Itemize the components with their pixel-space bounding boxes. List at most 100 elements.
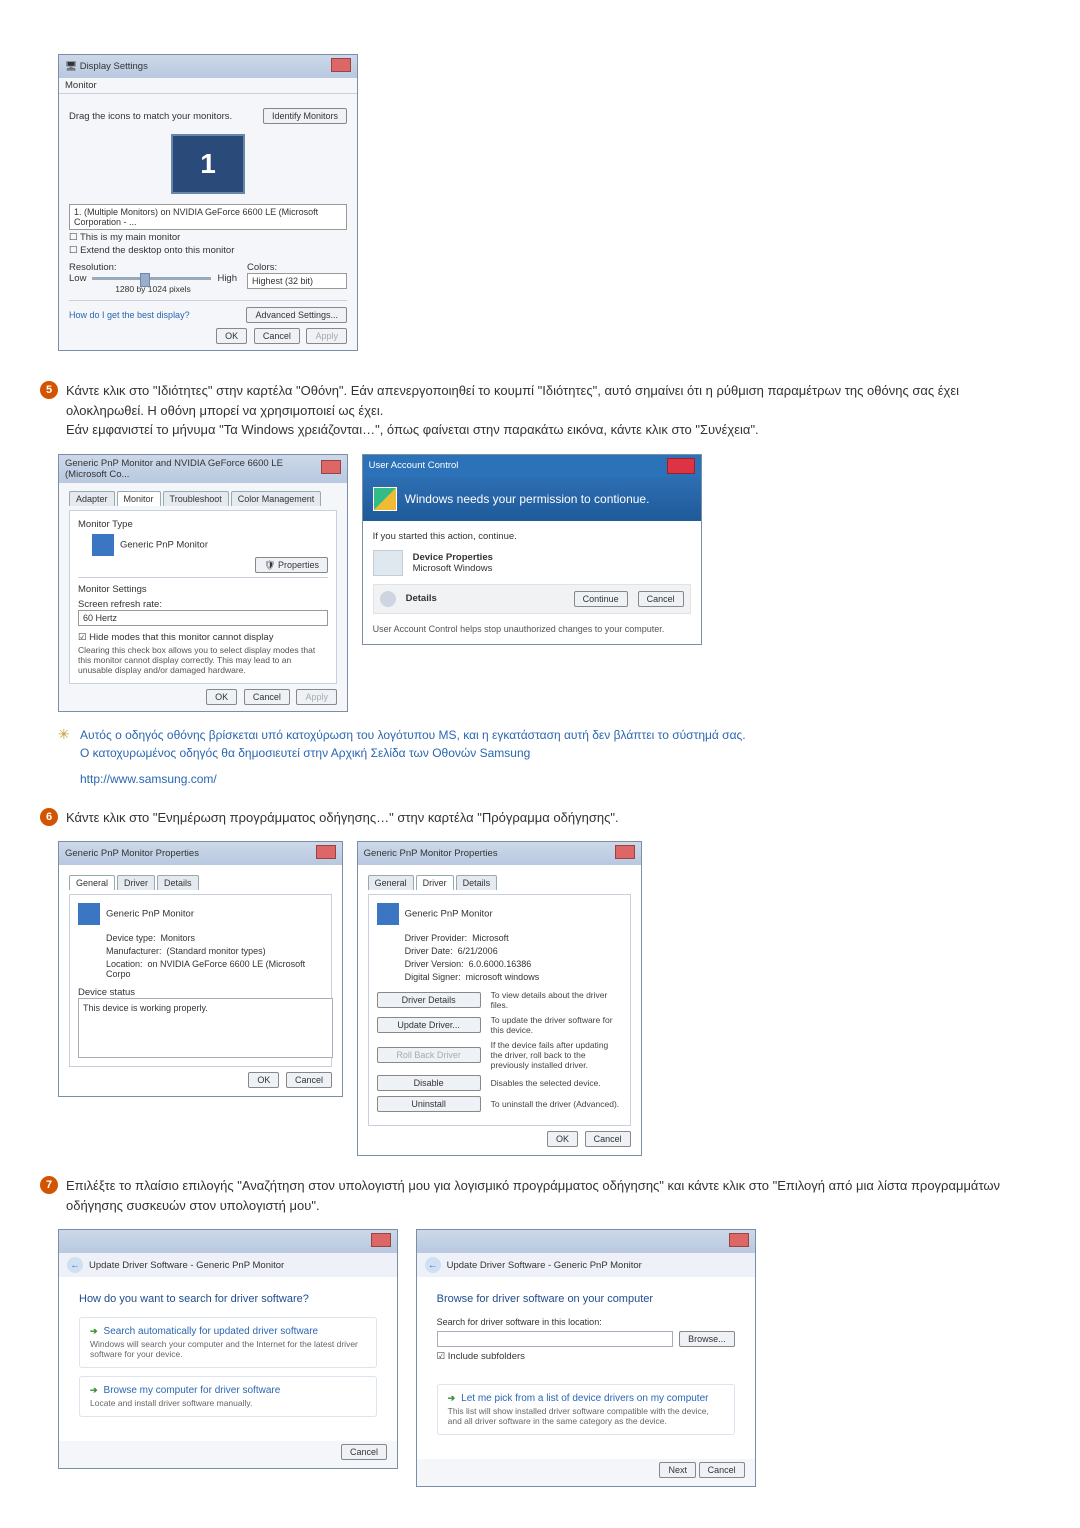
uac-started-text: If you started this action, continue. bbox=[373, 531, 691, 542]
sparkle-icon: ✳ bbox=[58, 726, 72, 740]
cancel-button[interactable]: Cancel bbox=[254, 328, 300, 344]
resolution-slider[interactable]: Low High bbox=[69, 273, 237, 284]
step-7: 7 Επιλέξτε το πλαίσιο επιλογής "Αναζήτησ… bbox=[40, 1176, 1040, 1215]
window-buttons[interactable] bbox=[314, 845, 336, 862]
device-properties-general: Generic PnP Monitor Properties General D… bbox=[58, 841, 343, 1097]
back-icon[interactable]: ← bbox=[425, 1257, 441, 1273]
rollback-driver-button: Roll Back Driver bbox=[377, 1047, 481, 1063]
refresh-rate-dropdown[interactable]: 60 Hertz bbox=[78, 610, 328, 626]
cancel-button[interactable]: Cancel bbox=[638, 591, 684, 607]
uac-message: Windows needs your permission to contion… bbox=[405, 492, 650, 506]
window-buttons[interactable] bbox=[727, 1233, 749, 1250]
step-5: 5 Κάντε κλικ στο "Ιδιότητες" στην καρτέλ… bbox=[40, 381, 1040, 440]
info-note: ✳ Αυτός ο οδηγός οθόνης βρίσκεται υπό κα… bbox=[58, 726, 1040, 788]
ok-button[interactable]: OK bbox=[547, 1131, 578, 1147]
pick-from-list-option[interactable]: ➔Let me pick from a list of device drive… bbox=[437, 1384, 735, 1435]
dialog-title: Generic PnP Monitor Properties bbox=[65, 848, 199, 859]
location-input[interactable] bbox=[437, 1331, 673, 1347]
step-5-line2: Εάν εμφανιστεί το μήνυμα "Τα Windows χρε… bbox=[66, 422, 759, 437]
apply-button: Apply bbox=[306, 328, 347, 344]
tab-details[interactable]: Details bbox=[157, 875, 199, 890]
identify-monitors-button[interactable]: Identify Monitors bbox=[263, 108, 347, 124]
tab-driver[interactable]: Driver bbox=[117, 875, 155, 890]
arrow-icon: ➔ bbox=[90, 1326, 98, 1336]
back-icon[interactable]: ← bbox=[67, 1257, 83, 1273]
step-6: 6 Κάντε κλικ στο "Ενημέρωση προγράμματος… bbox=[40, 808, 1040, 828]
ok-button[interactable]: OK bbox=[248, 1072, 279, 1088]
tab-troubleshoot[interactable]: Troubleshoot bbox=[163, 491, 229, 506]
update-driver-wizard-browse: ← Update Driver Software - Generic PnP M… bbox=[416, 1229, 756, 1487]
main-monitor-checkbox: ☐ This is my main monitor bbox=[69, 232, 347, 243]
window-buttons[interactable] bbox=[613, 845, 635, 862]
uac-publisher: Microsoft Windows bbox=[413, 563, 493, 574]
tab-monitor[interactable]: Monitor bbox=[117, 491, 161, 506]
extend-desktop-checkbox: ☐ Extend the desktop onto this monitor bbox=[69, 245, 347, 256]
uac-help-text: User Account Control helps stop unauthor… bbox=[373, 624, 691, 634]
apply-button: Apply bbox=[296, 689, 337, 705]
adapter-dropdown[interactable]: 1. (Multiple Monitors) on NVIDIA GeForce… bbox=[69, 204, 347, 230]
tab-color-management[interactable]: Color Management bbox=[231, 491, 322, 506]
properties-button[interactable]: 🛡 Properties bbox=[255, 557, 328, 573]
uac-details-link[interactable]: Details bbox=[406, 593, 564, 604]
cancel-button[interactable]: Cancel bbox=[244, 689, 290, 705]
uninstall-button[interactable]: Uninstall bbox=[377, 1096, 481, 1112]
tab-details[interactable]: Details bbox=[456, 875, 498, 890]
update-driver-button[interactable]: Update Driver... bbox=[377, 1017, 481, 1033]
menu-bar: Monitor bbox=[59, 78, 357, 94]
next-button[interactable]: Next bbox=[659, 1462, 696, 1478]
browse-computer-option[interactable]: ➔Browse my computer for driver software … bbox=[79, 1376, 377, 1417]
note-line2: Ο κατοχυρωμένος οδηγός θα δημοσιευτεί στ… bbox=[80, 746, 530, 760]
device-properties-driver: Generic PnP Monitor Properties General D… bbox=[357, 841, 642, 1156]
browse-button[interactable]: Browse... bbox=[679, 1331, 735, 1347]
help-link[interactable]: How do I get the best display? bbox=[69, 310, 190, 320]
tab-driver[interactable]: Driver bbox=[416, 875, 454, 890]
wizard-heading: Browse for driver software on your compu… bbox=[437, 1293, 735, 1305]
step-7-text: Επιλέξτε το πλαίσιο επιλογής "Αναζήτηση … bbox=[66, 1176, 1040, 1215]
window-buttons[interactable] bbox=[329, 58, 351, 75]
close-icon[interactable] bbox=[667, 458, 695, 474]
program-icon bbox=[373, 550, 403, 576]
ok-button[interactable]: OK bbox=[216, 328, 247, 344]
advanced-settings-button[interactable]: Advanced Settings... bbox=[246, 307, 347, 323]
uac-title: User Account Control bbox=[369, 460, 459, 471]
display-settings-dialog: 🖥 Display Settings Monitor Drag the icon… bbox=[58, 54, 358, 351]
driver-details-button[interactable]: Driver Details bbox=[377, 992, 481, 1008]
step-5-line1: Κάντε κλικ στο "Ιδιότητες" στην καρτέλα … bbox=[66, 383, 959, 418]
arrow-icon: ➔ bbox=[90, 1385, 98, 1395]
window-buttons[interactable] bbox=[319, 460, 341, 477]
hide-modes-description: Clearing this check box allows you to se… bbox=[78, 645, 328, 675]
disable-button[interactable]: Disable bbox=[377, 1075, 481, 1091]
device-status-box: This device is working properly. bbox=[78, 998, 333, 1058]
cancel-button[interactable]: Cancel bbox=[585, 1131, 631, 1147]
shield-icon bbox=[373, 487, 397, 511]
monitor-icon bbox=[78, 903, 100, 925]
cancel-button[interactable]: Cancel bbox=[286, 1072, 332, 1088]
cancel-button[interactable]: Cancel bbox=[341, 1444, 387, 1460]
refresh-rate-label: Screen refresh rate: bbox=[78, 599, 328, 610]
wizard-question: How do you want to search for driver sof… bbox=[79, 1293, 377, 1305]
include-subfolders-checkbox[interactable]: ☑ Include subfolders bbox=[437, 1351, 735, 1362]
tab-adapter[interactable]: Adapter bbox=[69, 491, 115, 506]
tab-general[interactable]: General bbox=[368, 875, 414, 890]
uac-dialog: User Account Control Windows needs your … bbox=[362, 454, 702, 645]
cancel-button[interactable]: Cancel bbox=[699, 1462, 745, 1478]
device-name: Generic PnP Monitor bbox=[106, 909, 194, 920]
colors-label: Colors: bbox=[247, 262, 347, 273]
search-automatically-option[interactable]: ➔Search automatically for updated driver… bbox=[79, 1317, 377, 1368]
uac-program-name: Device Properties bbox=[413, 552, 493, 563]
update-driver-wizard-search: ← Update Driver Software - Generic PnP M… bbox=[58, 1229, 398, 1469]
monitor-icon bbox=[92, 534, 114, 556]
tab-general[interactable]: General bbox=[69, 875, 115, 890]
samsung-link[interactable]: http://www.samsung.com/ bbox=[80, 770, 1040, 788]
continue-button[interactable]: Continue bbox=[574, 591, 628, 607]
monitor-thumbnail[interactable]: 1 bbox=[171, 134, 245, 194]
colors-dropdown[interactable]: Highest (32 bit) bbox=[247, 273, 347, 289]
ok-button[interactable]: OK bbox=[206, 689, 237, 705]
monitor-settings-label: Monitor Settings bbox=[78, 584, 328, 595]
step-number-badge: 7 bbox=[40, 1176, 58, 1194]
chevron-down-icon[interactable] bbox=[380, 591, 396, 607]
wizard-header: Update Driver Software - Generic PnP Mon… bbox=[447, 1260, 642, 1271]
window-buttons[interactable] bbox=[369, 1233, 391, 1250]
monitor-icon bbox=[377, 903, 399, 925]
hide-modes-checkbox[interactable]: ☑ Hide modes that this monitor cannot di… bbox=[78, 632, 328, 643]
